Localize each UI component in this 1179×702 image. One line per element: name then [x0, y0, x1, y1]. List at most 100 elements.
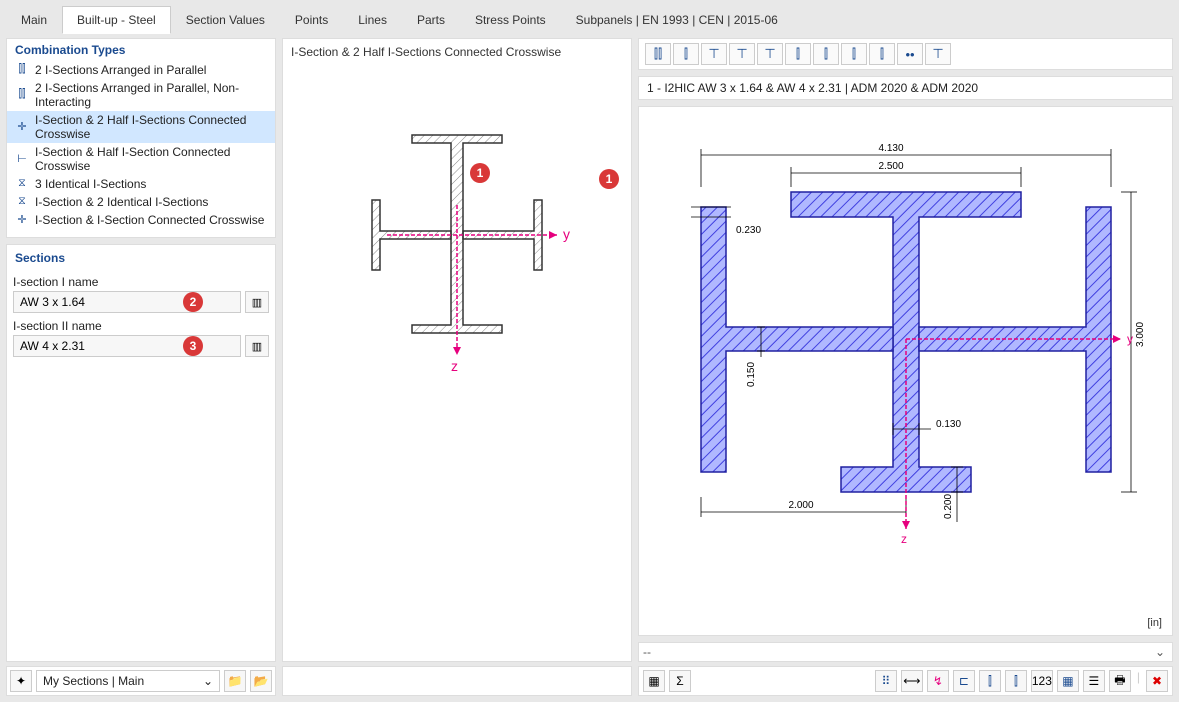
grid2-icon: ▦ [1062, 674, 1073, 688]
view-btn-1[interactable]: ⠿ [875, 670, 897, 692]
view-btn-7[interactable]: 123 [1031, 670, 1053, 692]
combo-icon-5: ⧖ [15, 195, 29, 209]
dim-2500: 2.500 [878, 161, 903, 172]
tab-subpanels[interactable]: Subpanels | EN 1993 | CEN | 2015-06 [561, 6, 793, 34]
dim-0200: 0.200 [943, 494, 954, 519]
dim-icon: ⟷ [903, 674, 920, 688]
combo-item-3[interactable]: ⊢I-Section & Half I-Section Connected Cr… [7, 143, 275, 175]
chevron-down-icon: ⌄ [1152, 645, 1168, 659]
section-icon: ⊏ [959, 674, 969, 688]
tab-stress-points[interactable]: Stress Points [460, 6, 561, 34]
shape-btn-4[interactable]: ⊤ [729, 43, 755, 65]
tab-points[interactable]: Points [280, 6, 343, 34]
tool-btn-a[interactable]: ▦ [643, 670, 665, 692]
shape-btn-3[interactable]: ⊤ [701, 43, 727, 65]
section1-label: I-section I name [13, 275, 269, 289]
badge-2: 2 [183, 292, 203, 312]
view-btn-6[interactable]: ⫿ [1005, 670, 1027, 692]
combo-icon-2: ✛ [15, 120, 29, 134]
shape-btn-7[interactable]: ⫿ [813, 43, 839, 65]
my-sections-select[interactable]: My Sections | Main ⌄ [36, 670, 220, 692]
cancel-button[interactable]: ✖ [1146, 670, 1168, 692]
section1-library-button[interactable]: ▥ [245, 291, 269, 313]
combo-item-2[interactable]: ✛I-Section & 2 Half I-Sections Connected… [7, 111, 275, 143]
star-plus-icon: ✦ [16, 674, 26, 688]
tab-parts[interactable]: Parts [402, 6, 460, 34]
section2-library-button[interactable]: ▥ [245, 335, 269, 357]
shape-btn-9[interactable]: ⫿ [869, 43, 895, 65]
combo-label: 2 I-Sections Arranged in Parallel, Non-I… [35, 81, 267, 109]
shape-btn-11[interactable]: ⊤ [925, 43, 951, 65]
right-title: 1 - I2HIC AW 3 x 1.64 & AW 4 x 2.31 | AD… [638, 76, 1173, 100]
combo-icon-1: ⫿⫿ [15, 88, 29, 102]
my-sections-label: My Sections | Main [43, 674, 144, 688]
tab-lines[interactable]: Lines [343, 6, 402, 34]
shape-btn-5[interactable]: ⊤ [757, 43, 783, 65]
combo-item-6[interactable]: ✛ I-Section & I-Section Connected Crosswi… [7, 211, 275, 229]
num-icon: 123 [1032, 674, 1052, 688]
combo-icon-4: ⧖ [15, 177, 29, 191]
combo-item-0[interactable]: ⫿⫿ 2 I-Sections Arranged in Parallel [7, 61, 275, 79]
shape-btn-2[interactable]: ⫿ [673, 43, 699, 65]
close-icon: ✖ [1152, 674, 1162, 688]
axis-z-label: z [451, 358, 458, 374]
dim-2000: 2.000 [788, 500, 813, 511]
units-label: [in] [1147, 617, 1162, 629]
list-icon: ☰ [1088, 674, 1099, 688]
view-btn-8[interactable]: ▦ [1057, 670, 1079, 692]
shape-btn-6[interactable]: ⫿ [785, 43, 811, 65]
detail-dropdown[interactable]: -- ⌄ [638, 642, 1173, 662]
combo-item-1[interactable]: ⫿⫿ 2 I-Sections Arranged in Parallel, Non… [7, 79, 275, 111]
axis-z: z [901, 532, 907, 546]
preview-title: I-Section & 2 Half I-Sections Connected … [283, 39, 631, 65]
dim-3000: 3.000 [1135, 322, 1146, 347]
combo-label: I-Section & Half I-Section Connected Cro… [35, 145, 267, 173]
badge-1: 1 [599, 169, 619, 189]
dim-0130: 0.130 [936, 419, 961, 430]
shape-btn-1[interactable]: ⫿⫿ [645, 43, 671, 65]
view-btn-9[interactable]: ☰ [1083, 670, 1105, 692]
view-btn-3[interactable]: ↯ [927, 670, 949, 692]
tab-builtup-steel[interactable]: Built-up - Steel [62, 6, 171, 34]
main-tabs: Main Built-up - Steel Section Values Poi… [6, 6, 1173, 34]
dim-4130: 4.130 [878, 143, 903, 154]
combo-item-4[interactable]: ⧖3 Identical I-Sections [7, 175, 275, 193]
combo-item-5[interactable]: ⧖ I-Section & 2 Identical I-Sections [7, 193, 275, 211]
section-toolbar: ⫿⫿ ⫿ ⊤ ⊤ ⊤ ⫿ ⫿ ⫿ ⫿ •• ⊤ [638, 38, 1173, 70]
library-icon: ▥ [252, 340, 262, 353]
tab-main[interactable]: Main [6, 6, 62, 34]
shape-btn-8[interactable]: ⫿ [841, 43, 867, 65]
shape-btn-10[interactable]: •• [897, 43, 923, 65]
section1-input[interactable] [13, 291, 241, 313]
tab-section-values[interactable]: Section Values [171, 6, 280, 34]
chevron-down-icon: ⌄ [203, 674, 213, 688]
badge-3: 3 [183, 336, 203, 356]
view-btn-5[interactable]: ⫿ [979, 670, 1001, 692]
combo-label: 2 I-Sections Arranged in Parallel [35, 63, 206, 77]
dots-icon: ⠿ [881, 674, 890, 688]
combo-label: I-Section & 2 Identical I-Sections [35, 195, 208, 209]
main-diagram[interactable]: 4.130 2.500 0.230 0.150 0.130 [638, 106, 1173, 636]
tool-btn-b[interactable]: Σ [669, 670, 691, 692]
dim-0150: 0.150 [746, 362, 757, 387]
combo-label: I-Section & I-Section Connected Crosswis… [35, 213, 264, 227]
import-button[interactable]: 📁 [224, 670, 246, 692]
export-button[interactable]: 📂 [250, 670, 272, 692]
combo-icon-0: ⫿⫿ [15, 63, 29, 77]
sections-title: Sections [13, 249, 269, 269]
printer-icon: 🖶 [1114, 671, 1125, 692]
preview-diagram: y z [327, 105, 587, 385]
view-btn-2[interactable]: ⟷ [901, 670, 923, 692]
section2-input[interactable] [13, 335, 241, 357]
print-button[interactable]: 🖶 [1109, 670, 1131, 692]
folder-icon: 📁 [228, 674, 243, 688]
dim-0230: 0.230 [736, 225, 761, 236]
view-btn-4[interactable]: ⊏ [953, 670, 975, 692]
grid-icon: ▦ [648, 674, 659, 688]
ibeam-icon: ⫿ [988, 674, 992, 689]
preview-panel: I-Section & 2 Half I-Sections Connected … [282, 38, 632, 662]
combination-types-panel: Combination Types ⫿⫿2 I-Sections Arrange… [6, 38, 276, 238]
new-section-button[interactable]: ✦ [10, 670, 32, 692]
ibeam2-icon: ⫿ [1014, 674, 1018, 689]
combo-icon-6: ✛ [15, 213, 29, 227]
